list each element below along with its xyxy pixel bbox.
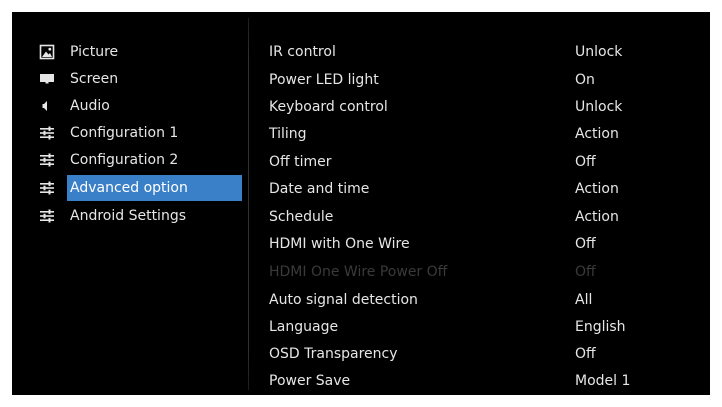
menu-item-screen[interactable]: Screen bbox=[12, 66, 248, 92]
menu-label: Android Settings bbox=[70, 208, 186, 224]
setting-value: On bbox=[575, 72, 595, 88]
setting-label: Language bbox=[269, 319, 339, 335]
setting-value: Unlock bbox=[575, 99, 623, 115]
setting-schedule[interactable]: Schedule Action bbox=[249, 204, 710, 231]
menu-item-picture[interactable]: Picture bbox=[12, 39, 248, 65]
menu-item-configuration-1[interactable]: Configuration 1 bbox=[12, 120, 248, 146]
setting-label: Keyboard control bbox=[269, 99, 388, 115]
setting-value: Off bbox=[575, 346, 596, 362]
setting-ir-control[interactable]: IR control Unlock bbox=[249, 39, 710, 66]
setting-label: HDMI with One Wire bbox=[269, 236, 410, 252]
sliders-icon bbox=[39, 125, 55, 141]
setting-label: Date and time bbox=[269, 181, 370, 197]
menu-item-audio[interactable]: Audio bbox=[12, 93, 248, 119]
setting-value: English bbox=[575, 319, 626, 335]
setting-value: Off bbox=[575, 236, 596, 252]
setting-label: Tiling bbox=[269, 126, 307, 142]
settings-panel: IR control Unlock Power LED light On Key… bbox=[249, 12, 710, 395]
setting-value: Action bbox=[575, 209, 619, 225]
setting-value: Action bbox=[575, 181, 619, 197]
sliders-icon bbox=[39, 208, 55, 224]
setting-value: Model 1 bbox=[575, 373, 631, 389]
setting-keyboard-control[interactable]: Keyboard control Unlock bbox=[249, 94, 710, 121]
setting-hdmi-one-wire-power-off: HDMI One Wire Power Off Off bbox=[249, 259, 710, 286]
setting-osd-transparency[interactable]: OSD Transparency Off bbox=[249, 341, 710, 368]
setting-label: Schedule bbox=[269, 209, 334, 225]
menu-label: Advanced option bbox=[67, 175, 242, 201]
speaker-icon bbox=[39, 98, 55, 114]
setting-label: Power LED light bbox=[269, 72, 379, 88]
setting-value: Off bbox=[575, 154, 596, 170]
setting-value: Action bbox=[575, 126, 619, 142]
setting-value: Unlock bbox=[575, 44, 623, 60]
menu-item-android-settings[interactable]: Android Settings bbox=[12, 203, 248, 229]
setting-hdmi-with-one-wire[interactable]: HDMI with One Wire Off bbox=[249, 231, 710, 258]
setting-label: IR control bbox=[269, 44, 336, 60]
menu-item-configuration-2[interactable]: Configuration 2 bbox=[12, 147, 248, 173]
category-menu: Picture Screen Audio Configuration 1 Con… bbox=[12, 12, 248, 395]
menu-item-advanced-option[interactable]: Advanced option bbox=[12, 175, 248, 201]
setting-power-led-light[interactable]: Power LED light On bbox=[249, 67, 710, 94]
sliders-icon bbox=[39, 180, 55, 196]
setting-off-timer[interactable]: Off timer Off bbox=[249, 149, 710, 176]
setting-label: Off timer bbox=[269, 154, 332, 170]
setting-power-save[interactable]: Power Save Model 1 bbox=[249, 368, 710, 395]
setting-value: All bbox=[575, 292, 593, 308]
setting-auto-signal-detection[interactable]: Auto signal detection All bbox=[249, 287, 710, 314]
setting-value: Off bbox=[575, 264, 596, 280]
menu-label: Audio bbox=[70, 98, 110, 114]
setting-language[interactable]: Language English bbox=[249, 314, 710, 341]
menu-label: Picture bbox=[70, 44, 119, 60]
setting-label: OSD Transparency bbox=[269, 346, 398, 362]
setting-tiling[interactable]: Tiling Action bbox=[249, 121, 710, 148]
sliders-icon bbox=[39, 152, 55, 168]
menu-label: Screen bbox=[70, 71, 119, 87]
screen-icon bbox=[39, 71, 55, 87]
setting-label: Power Save bbox=[269, 373, 351, 389]
osd-menu-screen: Picture Screen Audio Configuration 1 Con… bbox=[12, 12, 710, 395]
menu-label: Configuration 1 bbox=[70, 125, 179, 141]
setting-date-and-time[interactable]: Date and time Action bbox=[249, 176, 710, 203]
menu-label: Configuration 2 bbox=[70, 152, 179, 168]
setting-label: HDMI One Wire Power Off bbox=[269, 264, 448, 280]
setting-label: Auto signal detection bbox=[269, 292, 418, 308]
picture-icon bbox=[39, 44, 55, 60]
